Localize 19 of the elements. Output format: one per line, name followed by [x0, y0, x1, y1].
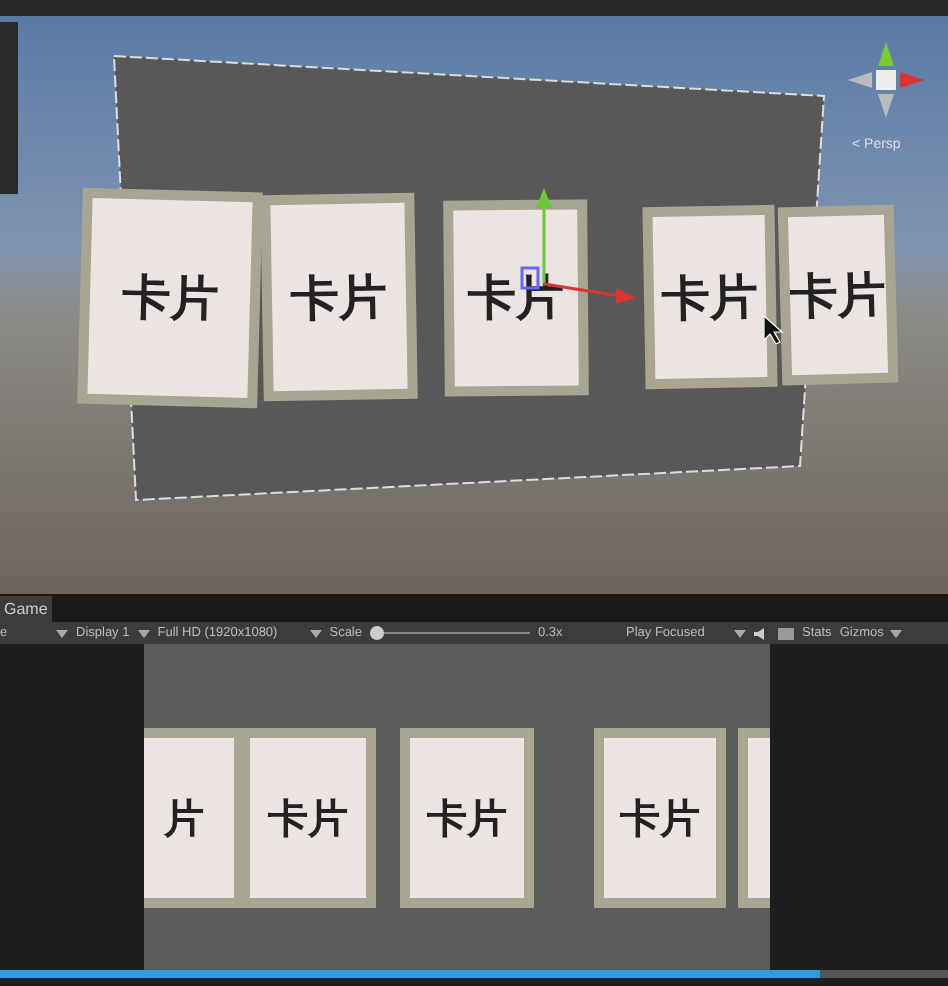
caret-icon [56, 629, 68, 637]
card-label: 卡片 [620, 792, 700, 846]
card-label: 卡片 [427, 792, 507, 846]
card-label: 卡片 [789, 261, 887, 329]
caret-icon [734, 629, 746, 637]
orientation-gizmo-icon [848, 42, 924, 118]
speaker-icon[interactable] [754, 627, 770, 639]
card-label: 卡片 [121, 264, 219, 332]
game-tab[interactable]: Game [0, 596, 52, 622]
caret-icon [889, 629, 902, 637]
caret-icon [309, 629, 322, 637]
card-label: 卡片 [661, 264, 759, 330]
pointer-icon [764, 316, 784, 344]
card-label: 卡片 [290, 264, 388, 330]
card-label: 卡片 [268, 792, 348, 846]
card-label: 片 [164, 792, 204, 846]
caret-icon [137, 629, 150, 637]
slider-thumb[interactable] [370, 626, 384, 640]
scale-slider[interactable] [370, 626, 530, 640]
